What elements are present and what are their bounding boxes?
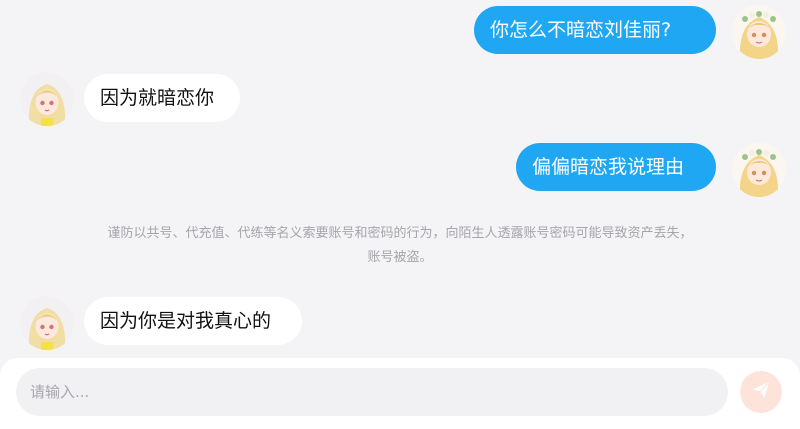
user-avatar[interactable] — [732, 143, 786, 197]
security-notice-line: 谨防以共号、代充值、代练等名义索要账号和密码的行为，向陌生人透露账号密码可能导致… — [107, 226, 693, 241]
user-avatar[interactable] — [732, 5, 786, 59]
message-input[interactable] — [16, 368, 728, 416]
security-notice: 谨防以共号、代充值、代练等名义索要账号和密码的行为，向陌生人透露账号密码可能导致… — [30, 222, 770, 270]
bot-avatar[interactable] — [20, 72, 74, 126]
send-button[interactable] — [740, 371, 782, 413]
security-notice-line: 账号被盗。 — [367, 250, 433, 265]
chat-area: 你怎么不暗恋刘佳丽? 因为就暗恋你 偏偏暗恋我说理由 谨防以共号、代充值、代练等… — [0, 0, 800, 358]
bot-avatar[interactable] — [20, 296, 74, 350]
message-composer — [0, 358, 800, 429]
message-bubble-outgoing: 偏偏暗恋我说理由 — [516, 143, 716, 191]
message-bubble-incoming: 因为就暗恋你 — [84, 74, 240, 122]
message-bubble-incoming: 因为你是对我真心的 — [84, 297, 302, 345]
message-bubble-outgoing: 你怎么不暗恋刘佳丽? — [474, 6, 716, 54]
paper-plane-icon — [750, 379, 772, 405]
